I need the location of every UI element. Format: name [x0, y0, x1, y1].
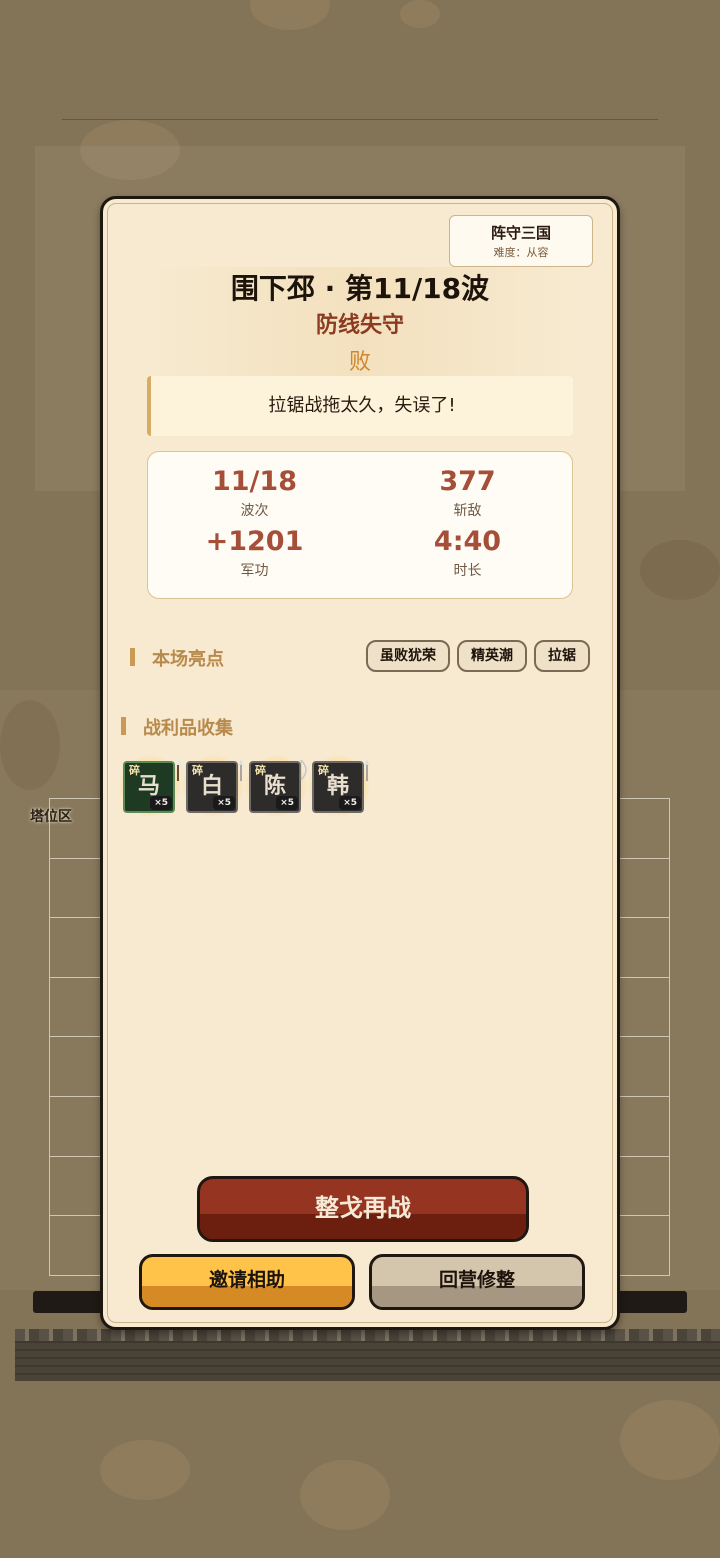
loot-item[interactable]: 陈 碎 ×5 [245, 755, 307, 819]
stat-value: 377 [439, 466, 496, 497]
result-modal: 阵守三国 难度：从容 围下邳 · 第11/18波 防线失守 败 拉锯战拖太久，失… [100, 196, 620, 1330]
tower-slot [50, 1097, 100, 1157]
tower-slot [50, 918, 100, 978]
stats-panel: 11/18 波次 377 斩敌 +1201 军功 4:40 时长 [147, 451, 573, 599]
hero-fragment-card[interactable]: 韩 碎 ×5 [312, 761, 364, 813]
tower-slot [619, 1216, 669, 1276]
tower-slot [619, 1037, 669, 1097]
loot-list: 马 碎 ×5 白 碎 ×5 陈 碎 ×5 韩 碎 ×5 [119, 755, 370, 819]
stat-value: 4:40 [433, 526, 502, 557]
loot-item[interactable]: 韩 碎 ×5 [308, 755, 370, 819]
bg-cloud [100, 1440, 190, 1500]
tower-slot [50, 1157, 100, 1217]
hero-fragment-card[interactable]: 马 碎 ×5 [123, 761, 175, 813]
tower-slot [619, 918, 669, 978]
stat-duration: 4:40 时长 [361, 526, 574, 580]
tower-slot [619, 859, 669, 919]
result-message: 拉锯战拖太久，失误了! [147, 376, 573, 436]
stat-label: 时长 [453, 563, 482, 579]
invite-button[interactable]: 邀请相助 [139, 1254, 355, 1310]
stat-value: +1201 [205, 526, 304, 557]
highlight-tag[interactable]: 拉锯 [534, 640, 590, 672]
result-title: 围下邳 · 第11/18波 [230, 272, 490, 305]
spear-icon [239, 759, 243, 781]
highlight-tag[interactable]: 虽败犹荣 [366, 640, 450, 672]
tower-slot [50, 859, 100, 919]
mode-difficulty: 难度：从容 [493, 246, 549, 259]
tower-slot [619, 1157, 669, 1217]
stat-value: 11/18 [211, 466, 297, 497]
hero-fragment-card[interactable]: 白 碎 ×5 [186, 761, 238, 813]
stat-merit: +1201 军功 [148, 526, 361, 580]
tower-slot [619, 1097, 669, 1157]
loot-count: ×5 [150, 796, 172, 810]
tower-slot [619, 799, 669, 859]
axe-icon [177, 759, 182, 781]
city-wall-battlement [15, 1329, 720, 1341]
return-camp-button[interactable]: 回营修整 [369, 1254, 585, 1310]
invite-button-label: 邀请相助 [208, 1269, 285, 1291]
top-divider [62, 119, 658, 120]
tower-slot [50, 978, 100, 1038]
highlights-heading: 本场亮点 [130, 645, 224, 671]
tower-slot [619, 978, 669, 1038]
fragment-mark: 碎 [255, 764, 266, 777]
highlight-tags: 虽败犹荣 精英潮 拉锯 [366, 640, 590, 672]
tower-slot [50, 1037, 100, 1097]
stat-label: 波次 [240, 503, 269, 519]
bg-cloud [300, 1460, 390, 1530]
bg-cloud [250, 0, 330, 30]
tower-grid-right [618, 798, 670, 1276]
loot-item[interactable]: 白 碎 ×5 [182, 755, 244, 819]
retry-button-label: 整戈再战 [315, 1194, 411, 1222]
loot-count: ×5 [339, 796, 361, 810]
stat-kills: 377 斩敌 [361, 466, 574, 520]
result-outcome: 败 [348, 350, 371, 375]
bg-cloud [400, 0, 440, 28]
loot-count: ×5 [213, 796, 235, 810]
bow-icon [300, 759, 307, 781]
spear-icon [365, 759, 369, 781]
result-subtitle: 防线失守 [315, 313, 404, 338]
stat-label: 斩敌 [453, 503, 482, 519]
loot-heading: 战利品收集 [121, 714, 233, 740]
stat-label: 军功 [240, 563, 269, 579]
bg-cloud [640, 540, 720, 600]
hero-fragment-card[interactable]: 陈 碎 ×5 [249, 761, 301, 813]
return-camp-button-label: 回营修整 [438, 1269, 515, 1291]
fragment-mark: 碎 [129, 764, 140, 777]
retry-button[interactable]: 整戈再战 [197, 1176, 529, 1242]
fragment-mark: 碎 [318, 764, 329, 777]
tower-grid-left [49, 798, 101, 1276]
mode-name: 阵守三国 [490, 224, 551, 242]
bg-cloud [620, 1400, 720, 1480]
tower-slot [50, 799, 100, 859]
fragment-mark: 碎 [192, 764, 203, 777]
highlight-tag[interactable]: 精英潮 [457, 640, 527, 672]
mode-badge: 阵守三国 难度：从容 [449, 215, 593, 267]
tower-slot [50, 1216, 100, 1276]
loot-count: ×5 [276, 796, 298, 810]
stat-waves: 11/18 波次 [148, 466, 361, 520]
city-wall [15, 1341, 720, 1381]
loot-item[interactable]: 马 碎 ×5 [119, 755, 182, 819]
